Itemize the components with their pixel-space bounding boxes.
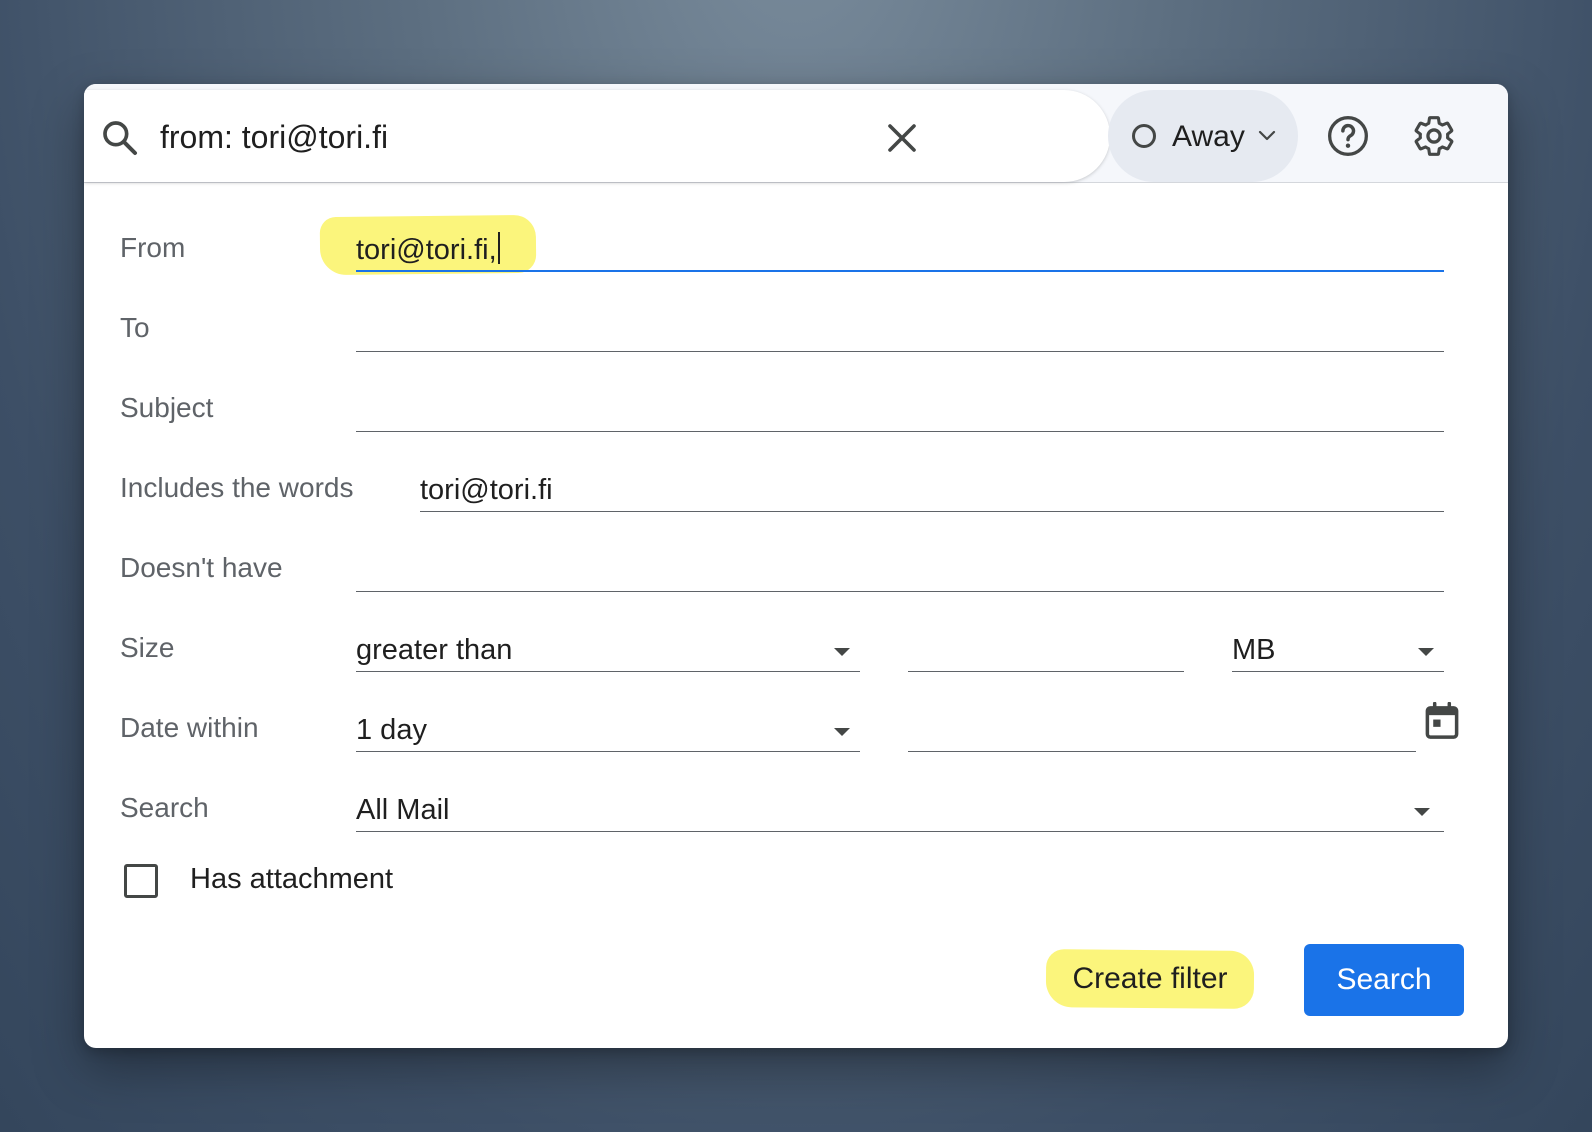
create-filter-button[interactable]: Create filter bbox=[1050, 950, 1250, 1008]
status-label: Away bbox=[1172, 120, 1245, 153]
doesnt-have-field[interactable] bbox=[356, 548, 1444, 592]
help-icon[interactable] bbox=[1326, 114, 1370, 158]
size-unit-select[interactable]: MB bbox=[1232, 628, 1444, 672]
doesnt-have-label: Doesn't have bbox=[120, 552, 283, 583]
close-icon[interactable] bbox=[884, 120, 920, 156]
date-range-select[interactable]: 1 day bbox=[356, 708, 860, 752]
search-button[interactable]: Search bbox=[1304, 944, 1464, 1016]
includes-label: Includes the words bbox=[120, 472, 354, 503]
dropdown-arrow-icon bbox=[834, 728, 850, 736]
from-field[interactable]: tori@tori.fi, bbox=[356, 228, 1444, 272]
search-in-label: Search bbox=[120, 792, 209, 823]
chevron-down-icon bbox=[1258, 130, 1276, 141]
size-amount-field[interactable] bbox=[908, 628, 1184, 672]
includes-value: tori@tori.fi bbox=[420, 474, 553, 506]
text-cursor bbox=[497, 232, 500, 264]
search-in-value: All Mail bbox=[356, 794, 450, 826]
search-query-text[interactable]: from: tori@tori.fi bbox=[160, 116, 388, 158]
size-unit-value: MB bbox=[1232, 634, 1276, 666]
dropdown-arrow-icon bbox=[834, 648, 850, 656]
dropdown-arrow-icon bbox=[1418, 648, 1434, 656]
status-circle-icon bbox=[1132, 124, 1156, 148]
from-label: From bbox=[120, 232, 186, 263]
to-label: To bbox=[120, 312, 150, 343]
top-bar: from: tori@tori.fi Away bbox=[84, 84, 1508, 183]
status-selector[interactable]: Away bbox=[1108, 90, 1298, 182]
search-icon[interactable] bbox=[100, 118, 140, 158]
date-field[interactable] bbox=[908, 708, 1416, 752]
subject-label: Subject bbox=[120, 392, 214, 423]
has-attachment-checkbox[interactable] bbox=[124, 864, 158, 898]
date-within-label: Date within bbox=[120, 712, 259, 743]
gear-icon[interactable] bbox=[1412, 114, 1456, 158]
desktop-background: from: tori@tori.fi Away From tori@tori.f… bbox=[0, 0, 1592, 1132]
has-attachment-label[interactable]: Has attachment bbox=[190, 860, 393, 898]
includes-field[interactable]: tori@tori.fi bbox=[420, 468, 1444, 512]
dropdown-arrow-icon bbox=[1414, 808, 1430, 816]
to-field[interactable] bbox=[356, 308, 1444, 352]
search-bar[interactable]: from: tori@tori.fi bbox=[84, 90, 1110, 182]
calendar-icon[interactable] bbox=[1424, 702, 1460, 740]
from-value: tori@tori.fi, bbox=[356, 234, 497, 266]
size-label: Size bbox=[120, 632, 175, 663]
size-operator-value: greater than bbox=[356, 634, 513, 666]
date-range-value: 1 day bbox=[356, 714, 427, 746]
subject-field[interactable] bbox=[356, 388, 1444, 432]
advanced-search-panel: from: tori@tori.fi Away From tori@tori.f… bbox=[84, 84, 1508, 1048]
size-operator-select[interactable]: greater than bbox=[356, 628, 860, 672]
search-in-select[interactable]: All Mail bbox=[356, 788, 1444, 832]
